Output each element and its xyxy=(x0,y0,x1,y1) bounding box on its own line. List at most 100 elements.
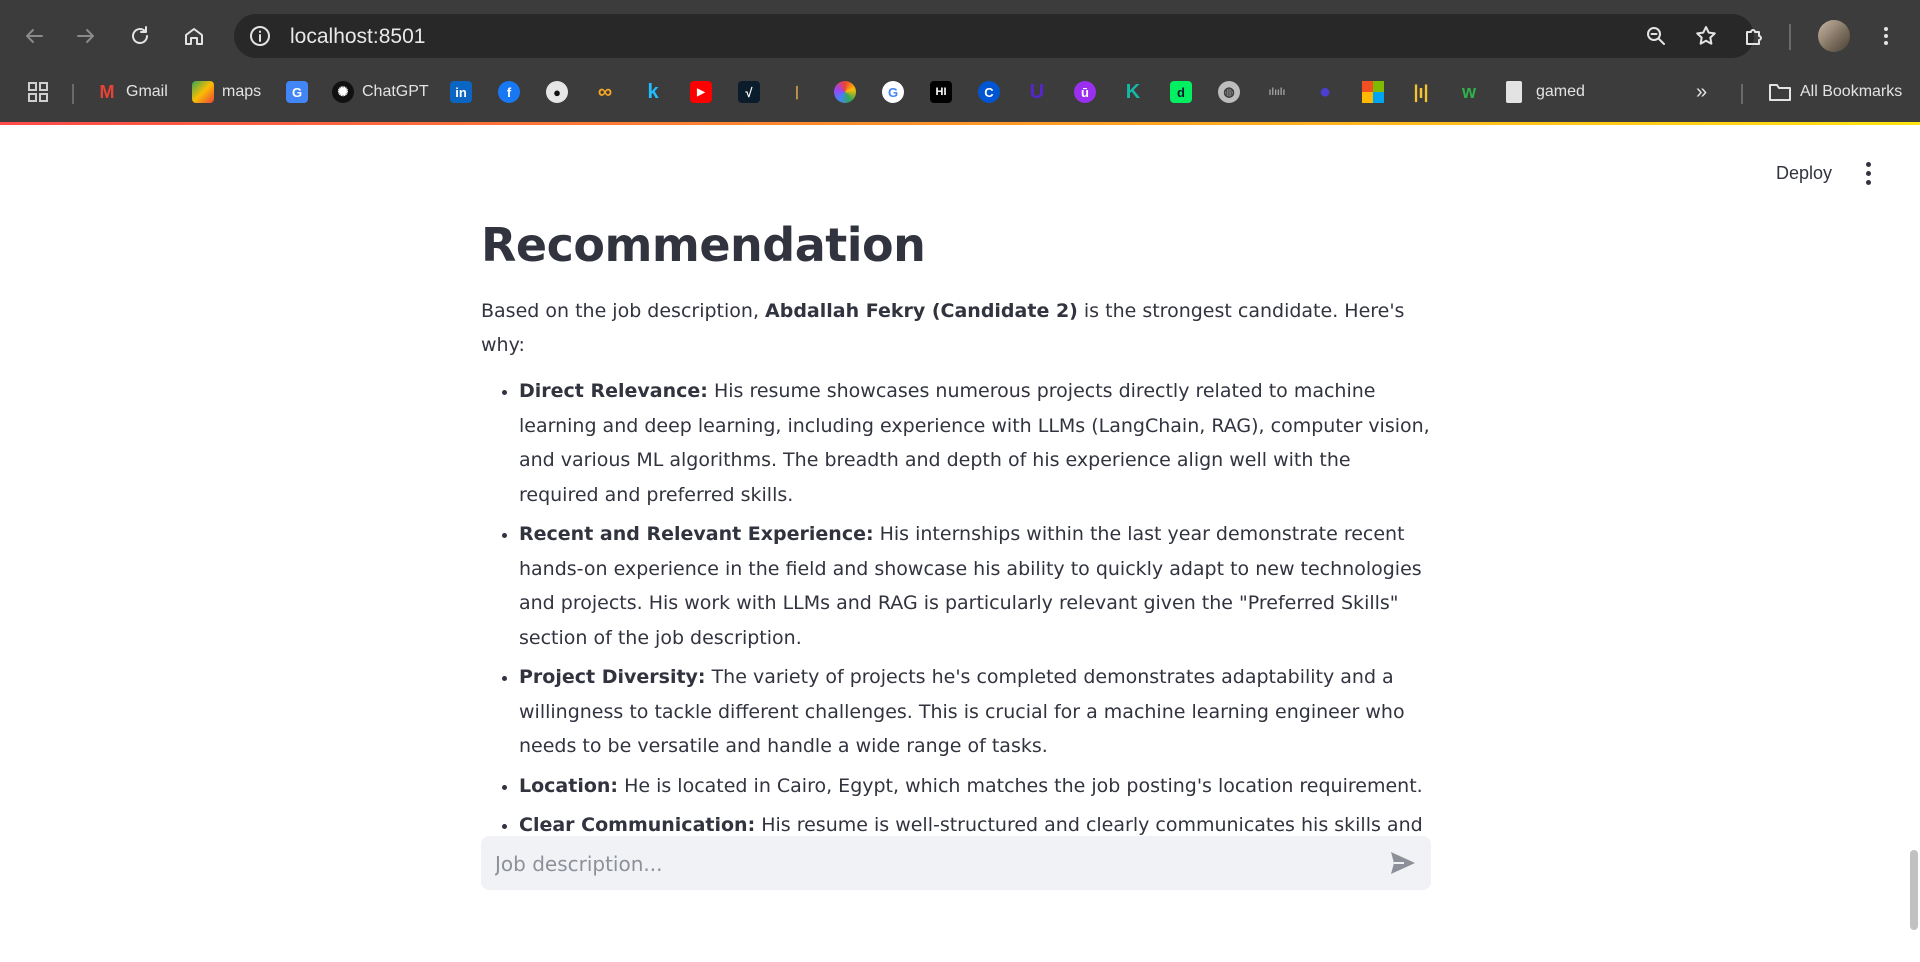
chat-input-container xyxy=(481,836,1431,890)
bookmark-icon: ❘ xyxy=(791,84,803,99)
more-bookmarks-button[interactable]: » xyxy=(1696,78,1707,106)
bookmark-icon xyxy=(834,81,856,103)
bookmarks-divider xyxy=(72,84,74,104)
bookmark-item[interactable]: w xyxy=(1458,78,1480,106)
bookmark-icon: ● xyxy=(1318,80,1332,103)
bookmark-kaggle[interactable]: k xyxy=(642,78,664,106)
bookmark-gmail[interactable]: M Gmail xyxy=(96,78,168,106)
url-text[interactable]: localhost:8501 xyxy=(290,25,425,49)
list-item: Recent and Relevant Experience: His inte… xyxy=(519,517,1431,655)
bookmark-icon: w xyxy=(1461,81,1476,102)
bookmark-datacamp[interactable]: d xyxy=(1170,78,1192,106)
bookmark-translate[interactable]: G xyxy=(286,78,308,106)
intro-paragraph: Based on the job description, Abdallah F… xyxy=(481,294,1431,362)
browser-toolbar: localhost:8501 xyxy=(0,0,1920,72)
udemy-icon: U xyxy=(1029,80,1045,103)
star-icon[interactable] xyxy=(1694,24,1718,48)
bookmark-coursera[interactable]: C xyxy=(978,78,1000,106)
bookmark-youtube[interactable]: ▶ xyxy=(690,78,712,106)
chat-message: Recommendation Based on the job descript… xyxy=(481,210,1431,882)
zoom-icon[interactable] xyxy=(1644,24,1668,48)
bookmark-chatgpt[interactable]: ✺ ChatGPT xyxy=(332,78,429,106)
bookmark-item[interactable]: ❘ xyxy=(786,78,808,106)
list-item: Direct Relevance: His resume showcases n… xyxy=(519,374,1431,512)
list-item: Project Diversity: The variety of projec… xyxy=(519,660,1431,764)
linkedin-icon: in xyxy=(450,81,472,103)
folder-icon xyxy=(1769,84,1791,101)
infinity-icon: ∞ xyxy=(597,80,613,103)
bookmark-icon: HI xyxy=(930,81,952,103)
arrow-right-icon xyxy=(77,29,94,43)
info-icon[interactable] xyxy=(248,24,272,48)
more-vert-icon xyxy=(1865,161,1871,167)
google-icon: G xyxy=(882,81,904,103)
reasons-list: Direct Relevance: His resume showcases n… xyxy=(481,374,1431,877)
gmail-icon: M xyxy=(99,81,115,102)
bookmark-linkedin[interactable]: in xyxy=(450,78,472,106)
reason-title: Clear Communication: xyxy=(519,814,756,836)
browser-chrome: localhost:8501 M Gmail maps G ✺ ChatGPT … xyxy=(0,0,1920,125)
cisco-icon: ılıılı xyxy=(1268,86,1286,98)
bookmark-infinity[interactable]: ∞ xyxy=(594,78,616,106)
scrollbar-thumb[interactable] xyxy=(1910,850,1918,930)
bookmark-label: ChatGPT xyxy=(362,83,429,100)
apps-button[interactable] xyxy=(26,78,50,106)
bookmark-gamed[interactable]: gamed xyxy=(1506,78,1585,106)
address-bar[interactable]: localhost:8501 xyxy=(234,14,1754,58)
bookmark-item[interactable] xyxy=(834,78,856,106)
reason-title: Location: xyxy=(519,774,619,797)
bookmark-microsoft[interactable] xyxy=(1362,78,1384,106)
browser-menu-button[interactable] xyxy=(1868,18,1904,54)
bookmark-label: gamed xyxy=(1536,83,1585,100)
maps-icon xyxy=(192,81,214,103)
job-description-input[interactable] xyxy=(493,848,1357,880)
toolbar-divider xyxy=(1789,24,1791,50)
bookmark-label: Gmail xyxy=(126,83,168,100)
bookmark-item[interactable]: ū xyxy=(1074,78,1096,106)
puzzle-icon xyxy=(1746,29,1762,45)
profile-avatar[interactable] xyxy=(1818,20,1850,52)
bookmark-facebook[interactable]: f xyxy=(498,78,520,106)
bookmark-item[interactable]: ◍ xyxy=(1218,78,1240,106)
send-icon[interactable] xyxy=(1389,850,1417,876)
page-title: Recommendation xyxy=(481,218,926,272)
back-button[interactable] xyxy=(16,18,52,54)
main-menu-button[interactable] xyxy=(1856,158,1880,188)
bookmark-cisco[interactable]: ılıılı xyxy=(1266,78,1288,106)
facebook-icon: f xyxy=(498,81,520,103)
coursera-icon: C xyxy=(978,81,1000,103)
bookmark-maps[interactable]: maps xyxy=(192,78,261,106)
bookmark-item[interactable]: |ı| xyxy=(1410,78,1432,106)
kaggle-icon: k xyxy=(647,80,659,103)
more-vert-icon xyxy=(1865,179,1871,185)
streamlit-decoration-bar xyxy=(0,122,1920,125)
more-vert-icon xyxy=(1865,170,1871,176)
bookmark-item[interactable]: K xyxy=(1122,78,1144,106)
all-bookmarks-button[interactable]: All Bookmarks xyxy=(1768,78,1902,106)
reason-title: Direct Relevance: xyxy=(519,380,708,402)
intro-text: Based on the job description, xyxy=(481,300,766,322)
datacamp-icon: d xyxy=(1170,81,1192,103)
deploy-button[interactable]: Deploy xyxy=(1760,158,1848,188)
google-translate-icon: G xyxy=(286,81,308,103)
forward-button[interactable] xyxy=(68,18,104,54)
bookmark-github[interactable]: ● xyxy=(546,78,568,106)
globe-icon: ◍ xyxy=(1218,81,1240,103)
chatgpt-icon: ✺ xyxy=(332,81,354,103)
bookmark-icon: √ xyxy=(738,81,760,103)
bookmark-google[interactable]: G xyxy=(882,78,904,106)
bookmark-item[interactable]: ● xyxy=(1314,78,1336,106)
reload-button[interactable] xyxy=(122,18,158,54)
extensions-button[interactable] xyxy=(1736,18,1772,54)
document-icon xyxy=(1506,81,1522,103)
bookmark-item[interactable]: HI xyxy=(930,78,952,106)
bookmark-icon: ū xyxy=(1074,81,1096,103)
github-icon: ● xyxy=(546,81,568,103)
bookmark-item[interactable]: √ xyxy=(738,78,760,106)
home-button[interactable] xyxy=(176,18,212,54)
more-vert-icon xyxy=(1884,27,1888,45)
youtube-icon: ▶ xyxy=(690,81,712,103)
bookmark-udemy[interactable]: U xyxy=(1026,78,1048,106)
reload-icon xyxy=(132,26,148,44)
home-icon xyxy=(185,28,203,45)
